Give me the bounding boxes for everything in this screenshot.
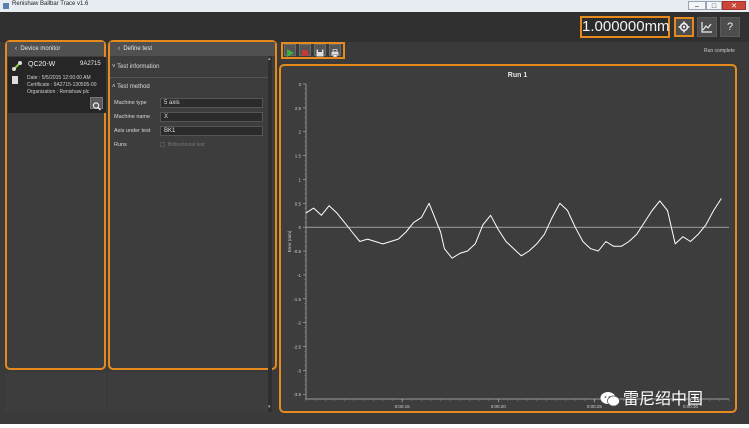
print-button[interactable] bbox=[329, 44, 341, 58]
ballbar-device-icon bbox=[12, 61, 22, 71]
machine-type-label: Machine type bbox=[114, 100, 147, 106]
define-test-footer bbox=[108, 372, 268, 412]
device-card: QC20-W 9A2715 Date : 5/5/2015 12:00:00 A… bbox=[8, 57, 106, 113]
machine-name-label: Machine name bbox=[114, 114, 151, 120]
chart-button[interactable] bbox=[697, 17, 717, 37]
wechat-icon bbox=[600, 392, 620, 407]
machine-type-field[interactable]: 5 axis bbox=[160, 98, 263, 108]
device-serial: 9A2715 bbox=[80, 61, 101, 67]
print-icon bbox=[331, 49, 339, 58]
test-information-section[interactable]: ˅ Test information bbox=[112, 64, 159, 70]
divider bbox=[110, 77, 268, 78]
y-tick-label: -3 bbox=[297, 368, 301, 373]
play-button[interactable] bbox=[284, 44, 296, 57]
y-tick-label: -1 bbox=[297, 273, 301, 278]
scroll-up-arrow[interactable]: ▴ bbox=[268, 56, 271, 62]
machine-name-field[interactable]: X bbox=[160, 112, 263, 122]
x-tick-label: 0:00:15 bbox=[395, 404, 411, 409]
app-icon bbox=[3, 3, 9, 9]
y-tick-label: 1 bbox=[298, 177, 301, 182]
x-tick-label: 0:00:20 bbox=[491, 404, 507, 409]
y-tick-label: 0.5 bbox=[295, 201, 302, 206]
save-icon bbox=[316, 49, 324, 57]
status-text: Run complete bbox=[704, 48, 735, 54]
stop-button[interactable] bbox=[299, 44, 311, 56]
bidirectional-label: Bidirectional test bbox=[168, 142, 205, 148]
plot-panel: Run 1 3 2.5 2 1.5 1 0.5 0 -0.5 -1 -1.5 -2 -2.5 -3 -3.5… bbox=[279, 64, 737, 413]
search-icon bbox=[92, 102, 101, 111]
chart-title: Run 1 bbox=[508, 72, 528, 79]
watermark-text: 雷尼绍中国 bbox=[623, 391, 704, 408]
y-tick-label: 1.5 bbox=[295, 154, 302, 159]
watermark: 雷尼绍中国 bbox=[600, 385, 703, 409]
y-tick-label: -2.5 bbox=[293, 345, 301, 350]
device-monitor-footer bbox=[5, 372, 106, 412]
scrollbar[interactable] bbox=[268, 56, 272, 412]
device-certificate: Certificate : 9A2715-130505-00 bbox=[27, 82, 97, 88]
bidirectional-checkbox[interactable] bbox=[160, 142, 165, 147]
y-tick-label: 0 bbox=[298, 225, 301, 230]
close-button[interactable]: ✕ bbox=[722, 1, 746, 10]
minimize-button[interactable]: – bbox=[688, 1, 706, 10]
y-tick-label: 2.5 bbox=[295, 106, 302, 111]
chart: Run 1 3 2.5 2 1.5 1 0.5 0 -0.5 -1 -1.5 -2 -2.5 -3 -3.5… bbox=[287, 72, 730, 409]
axis-under-test-label: Axis under test bbox=[114, 128, 151, 134]
scroll-down-arrow[interactable]: ▾ bbox=[268, 404, 271, 410]
define-test-title: Define test bbox=[123, 46, 153, 52]
device-monitor-header[interactable]: ‹ Device monitor bbox=[7, 42, 104, 56]
certificate-icon bbox=[12, 76, 18, 84]
scale-display[interactable]: 1.000000mm bbox=[580, 16, 670, 38]
runs-label: Runs bbox=[114, 142, 127, 148]
chart-icon bbox=[701, 22, 712, 33]
y-tick-label: -2 bbox=[297, 321, 301, 326]
device-organization: Organization : Renishaw plc bbox=[27, 89, 90, 95]
axis-under-test-field[interactable]: BK1 bbox=[160, 126, 263, 136]
gear-icon bbox=[678, 21, 690, 33]
save-button[interactable] bbox=[314, 44, 326, 57]
define-test-header[interactable]: ‹ Define test bbox=[110, 42, 275, 56]
y-tick-label: -1.5 bbox=[293, 297, 301, 302]
test-method-section[interactable]: ˄ Test method bbox=[112, 84, 150, 90]
search-button[interactable] bbox=[90, 97, 103, 111]
device-monitor-title: Device monitor bbox=[20, 46, 61, 52]
y-tick-label: -3.5 bbox=[293, 392, 301, 397]
settings-button[interactable] bbox=[674, 17, 694, 37]
test-method-label: Test method bbox=[117, 84, 150, 90]
help-button[interactable]: ? bbox=[720, 17, 740, 37]
y-axis-label: Error (mm) bbox=[287, 230, 292, 252]
stop-icon bbox=[302, 50, 308, 56]
y-tick-label: 3 bbox=[298, 82, 301, 87]
window-title: Renishaw Ballbar Trace v1.6 bbox=[12, 1, 89, 7]
device-date: Date : 5/5/2015 12:00:00 AM bbox=[27, 75, 91, 81]
play-icon bbox=[287, 49, 294, 57]
y-tick-label: 2 bbox=[298, 130, 301, 135]
series-line-0 bbox=[305, 198, 722, 259]
y-tick-label: -0.5 bbox=[293, 249, 301, 254]
maximize-button[interactable]: □ bbox=[706, 1, 722, 10]
device-name: QC20-W bbox=[28, 61, 56, 68]
test-information-label: Test information bbox=[117, 64, 160, 70]
